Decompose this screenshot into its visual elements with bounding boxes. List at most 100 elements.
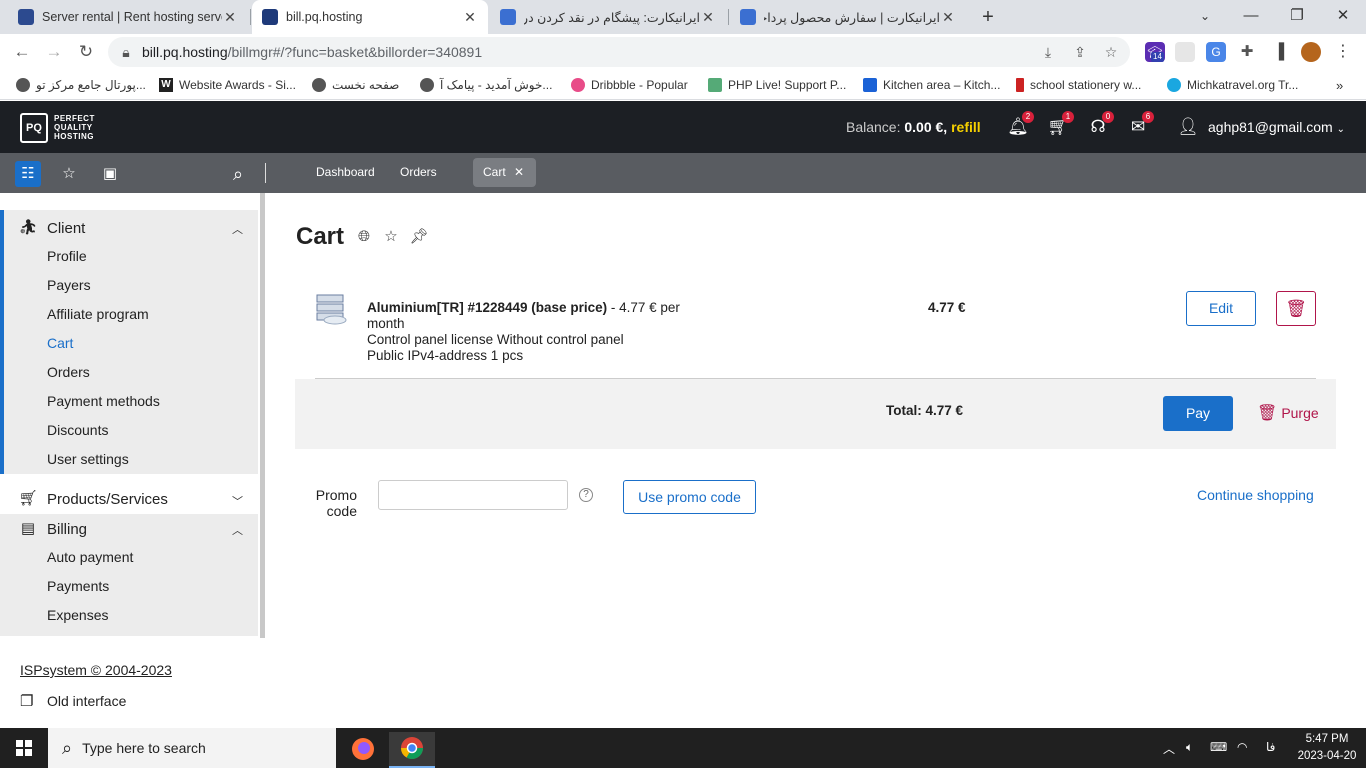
close-tab-icon[interactable]: ✕ — [462, 9, 478, 26]
input-method-icon[interactable]: ⌨ — [1210, 740, 1227, 754]
user-icon[interactable]: 👤︎ — [1176, 115, 1200, 139]
continue-shopping-link[interactable]: Continue shopping — [1197, 487, 1314, 503]
sidebar-group-header-billing[interactable]: ▤ Billing — [18, 517, 87, 541]
close-tab-icon[interactable]: ✕ — [514, 158, 524, 187]
firefox-icon[interactable] — [340, 732, 386, 768]
chevron-up-icon[interactable]: ︿ — [232, 221, 243, 237]
support-headset-icon[interactable]: ☊ 0 — [1086, 111, 1114, 139]
share-icon[interactable]: ⇪ — [1070, 42, 1090, 62]
bookmark-item[interactable]: PHP Live! Support P... — [708, 76, 846, 94]
promo-code-input[interactable] — [378, 480, 568, 510]
bookmark-item[interactable]: school stationery w... — [1016, 76, 1141, 94]
balance-display: Balance: 0.00 €, refill — [846, 119, 981, 135]
main-content: Cart 🌐︎ ☆ 📌︎ Aluminium[TR] #1228449 (bas… — [265, 193, 1366, 728]
sidebar-item-discounts[interactable]: Discounts — [47, 422, 108, 438]
windows-start-icon[interactable] — [0, 728, 48, 768]
sidebar-item-affiliate[interactable]: Affiliate program — [47, 306, 149, 322]
chevron-down-icon[interactable]: ﹀ — [232, 493, 243, 509]
user-menu[interactable]: aghp81@gmail.com ⌄ — [1208, 119, 1345, 135]
chevron-up-icon[interactable]: ︿ — [232, 522, 243, 538]
install-app-icon[interactable]: ⤓ — [1038, 42, 1058, 62]
browser-tab-iranicard-1[interactable]: ایرانیکارت: پیشگام در نقد کردن درآم ✕ — [490, 0, 726, 34]
sidebar-group-header-client[interactable]: ⛹︎ Client — [18, 216, 85, 240]
new-tab-plus-icon[interactable]: + — [976, 5, 1000, 29]
browser-tab-server-rental[interactable]: Server rental | Rent hosting serve ✕ — [8, 0, 248, 34]
extensions-puzzle-icon[interactable]: ✚ — [1237, 42, 1257, 62]
sidebar-item-auto-payment[interactable]: Auto payment — [47, 549, 133, 565]
profile-avatar[interactable] — [1301, 42, 1321, 62]
tray-chevron-up-icon[interactable]: ︿ — [1163, 740, 1175, 757]
site-favicon-icon — [500, 9, 516, 25]
address-bar[interactable]: 🔒︎ bill.pq.hosting/billmgr#/?func=basket… — [108, 37, 1130, 67]
close-tab-icon[interactable]: ✕ — [940, 9, 956, 26]
edit-button[interactable]: Edit — [1186, 291, 1256, 326]
system-clock[interactable]: 5:47 PM 2023-04-20 — [1292, 731, 1362, 765]
bookmark-item[interactable]: صفحه نخست — [312, 76, 399, 94]
sidebar-item-payment-methods[interactable]: Payment methods — [47, 393, 160, 409]
wifi-icon[interactable]: ◠ — [1237, 740, 1247, 754]
use-promo-code-button[interactable]: Use promo code — [623, 480, 756, 514]
url-text[interactable]: bill.pq.hosting/billmgr#/?func=basket&bi… — [142, 44, 482, 60]
forward-arrow-icon[interactable]: → — [42, 40, 66, 64]
menu-tree-icon[interactable]: ☷ — [15, 161, 41, 187]
sidebar-group-client: ⛹︎ Client ︿ Profile Payers Affiliate pro… — [0, 210, 258, 474]
minimize-icon[interactable]: — — [1228, 0, 1274, 34]
favorite-star-icon[interactable]: ☆ — [381, 227, 401, 247]
globe-icon[interactable]: 🌐︎ — [354, 227, 374, 247]
pq-logo[interactable]: PQ — [20, 113, 48, 143]
bookmark-item[interactable]: Michkatravel.org Tr... — [1167, 76, 1298, 94]
browser-menu-icon[interactable]: ⋮ — [1333, 42, 1353, 62]
volume-icon[interactable]: 🔈︎ — [1186, 740, 1193, 755]
side-panel-icon[interactable]: ▐ — [1269, 42, 1289, 62]
restore-icon[interactable]: ❐ — [1274, 0, 1320, 34]
back-arrow-icon[interactable]: ← — [10, 40, 34, 64]
tab-dashboard[interactable]: Dashboard — [316, 165, 375, 179]
cart-icon[interactable]: 🛒︎ 1 — [1046, 111, 1074, 139]
bell-icon[interactable]: 🔔︎ 2 — [1006, 111, 1034, 139]
extension-hat-icon[interactable]: 🎓︎14 — [1145, 42, 1165, 62]
taskbar-search[interactable]: ⌕ Type here to search — [48, 728, 336, 768]
sidebar-group-header-products[interactable]: 🛒︎ Products/Services — [18, 487, 167, 511]
delete-button[interactable]: 🗑︎ — [1276, 291, 1316, 326]
more-bookmarks-icon[interactable]: » — [1336, 76, 1343, 94]
favorites-star-icon[interactable]: ☆ — [56, 161, 82, 187]
bookmark-item[interactable]: پورتال جامع مرکز تو... — [16, 76, 146, 94]
refill-link[interactable]: refill — [951, 119, 981, 135]
reload-icon[interactable]: ↻ — [74, 40, 98, 64]
sidebar-item-payers[interactable]: Payers — [47, 277, 91, 293]
bookmark-item[interactable]: Dribbble - Popular — [571, 76, 688, 94]
tab-orders[interactable]: Orders — [400, 165, 437, 179]
sidebar-item-user-settings[interactable]: User settings — [47, 451, 129, 467]
help-icon[interactable]: ? — [579, 488, 593, 502]
old-interface-link[interactable]: ❐ Old interface — [20, 692, 126, 710]
browser-tab-bar: Server rental | Rent hosting serve ✕ bil… — [0, 0, 1366, 34]
purge-button[interactable]: 🗑︎ Purge — [1257, 403, 1319, 423]
bookmark-item[interactable]: خوش آمدید - پیامک آ... — [420, 76, 552, 94]
sidebar-item-cart[interactable]: Cart — [47, 335, 73, 351]
tab-search-chevron-icon[interactable]: ⌄ — [1182, 0, 1228, 34]
close-tab-icon[interactable]: ✕ — [222, 9, 238, 26]
sidebar-item-orders[interactable]: Orders — [47, 364, 90, 380]
bookmark-star-icon[interactable]: ☆ — [1101, 42, 1121, 62]
bookmark-item[interactable]: Kitchen area – Kitch... — [863, 76, 1000, 94]
language-indicator[interactable]: فا — [1266, 740, 1275, 754]
pin-icon[interactable]: 📌︎ — [409, 227, 429, 247]
bookmark-item[interactable]: W Website Awards - Si... — [159, 76, 296, 94]
briefcase-icon[interactable]: ▣ — [97, 161, 123, 187]
mail-icon[interactable]: ✉ 6 — [1126, 111, 1154, 139]
extension-grey-icon[interactable] — [1175, 42, 1195, 62]
close-window-icon[interactable]: ✕ — [1320, 0, 1366, 34]
browser-tab-bill-pq-hosting[interactable]: bill.pq.hosting ✕ — [252, 0, 488, 34]
close-tab-icon[interactable]: ✕ — [700, 9, 716, 26]
browser-tab-iranicard-2[interactable]: ایرانیکارت | سفارش محصول پرداخت ✕ — [730, 0, 966, 34]
search-icon[interactable]: ⌕ — [225, 161, 251, 187]
sidebar-item-profile[interactable]: Profile — [47, 248, 87, 264]
translate-extension-icon[interactable]: G — [1206, 42, 1226, 62]
pay-button[interactable]: Pay — [1163, 396, 1233, 431]
tab-cart[interactable]: Cart ✕ — [473, 158, 536, 187]
copyright-link[interactable]: ISPsystem © 2004-2023 — [20, 662, 172, 678]
chrome-icon[interactable] — [389, 732, 435, 768]
lock-icon[interactable]: 🔒︎ — [116, 42, 136, 62]
sidebar-item-expenses[interactable]: Expenses — [47, 607, 108, 623]
sidebar-item-payments[interactable]: Payments — [47, 578, 109, 594]
